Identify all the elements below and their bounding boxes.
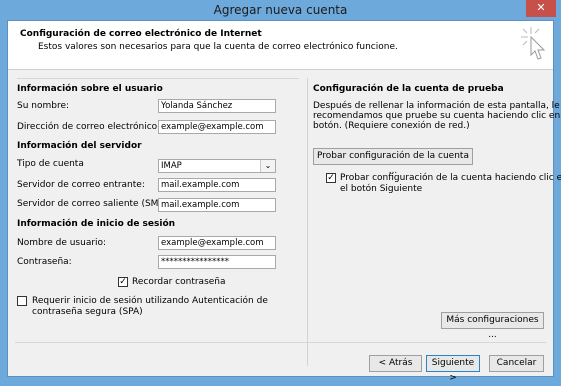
checkmark-icon: ✓: [327, 173, 335, 183]
logon-info-heading: Información de inicio de sesión: [17, 219, 176, 229]
test-desc-line1: Después de rellenar la información de es…: [313, 101, 560, 111]
pointer-sparkle-icon: [521, 27, 546, 60]
more-settings-button[interactable]: Más configuraciones ...: [441, 312, 544, 340]
remember-password-checkbox[interactable]: ✓: [118, 277, 128, 287]
name-label: Su nombre:: [17, 101, 70, 111]
server-info-heading: Información del servidor: [17, 141, 142, 151]
account-type-select[interactable]: IMAP ⌄: [158, 159, 276, 173]
user-info-heading: Información sobre el usuario: [17, 84, 163, 94]
close-icon: ✕: [536, 1, 546, 14]
outgoing-server-field[interactable]: mail.example.com: [158, 198, 276, 212]
header-subtitle: Estos valores son necesarios para que la…: [38, 42, 398, 52]
test-account-button[interactable]: Probar configuración de la cuenta ...: [313, 148, 473, 176]
incoming-server-field[interactable]: mail.example.com: [158, 178, 276, 192]
username-field[interactable]: example@example.com: [158, 236, 276, 250]
back-button[interactable]: < Atrás: [369, 355, 422, 372]
username-label: Nombre de usuario:: [17, 238, 107, 248]
auto-test-label-line2[interactable]: el botón Siguiente: [340, 184, 422, 194]
header-title: Configuración de correo electrónico de I…: [20, 29, 262, 39]
email-field[interactable]: example@example.com: [158, 120, 276, 134]
remember-password-label[interactable]: Recordar contraseña: [132, 277, 226, 287]
window-title: Agregar nueva cuenta: [213, 3, 348, 17]
incoming-server-label: Servidor de correo entrante:: [17, 180, 145, 190]
password-field[interactable]: ****************: [158, 255, 276, 269]
spa-label-line2[interactable]: contraseña segura (SPA): [32, 307, 143, 317]
email-label: Dirección de correo electrónico:: [17, 122, 161, 132]
spa-checkbox[interactable]: [17, 296, 27, 306]
cancel-button[interactable]: Cancelar: [489, 355, 544, 372]
dialog-window: Agregar nueva cuenta ✕ Configuración de …: [0, 0, 561, 384]
test-heading: Configuración de la cuenta de prueba: [313, 84, 504, 94]
column-divider: [307, 78, 308, 366]
next-button[interactable]: Siguiente >: [426, 355, 480, 383]
title-bar[interactable]: Agregar nueva cuenta ✕: [0, 0, 561, 20]
test-desc-line2: recomendamos que pruebe su cuenta hacien…: [313, 111, 561, 121]
wizard-header: Configuración de correo electrónico de I…: [8, 21, 553, 70]
close-button[interactable]: ✕: [526, 0, 556, 17]
test-desc-line3: botón. (Requiere conexión de red.): [313, 121, 470, 131]
dialog-body: Configuración de correo electrónico de I…: [7, 20, 561, 383]
footer-separator: [15, 342, 546, 343]
account-type-label: Tipo de cuenta: [17, 159, 84, 169]
checkmark-icon: ✓: [119, 277, 127, 287]
auto-test-checkbox[interactable]: ✓: [326, 173, 336, 183]
password-label: Contraseña:: [17, 257, 72, 267]
auto-test-label-line1[interactable]: Probar configuración de la cuenta hacien…: [340, 173, 561, 183]
outgoing-server-label: Servidor de correo saliente (SMTP):: [17, 199, 176, 209]
account-type-value: IMAP: [161, 161, 182, 171]
name-field[interactable]: Yolanda Sánchez: [158, 99, 276, 113]
chevron-down-icon[interactable]: ⌄: [260, 160, 275, 172]
separator: [17, 78, 299, 79]
spa-label-line1[interactable]: Requerir inicio de sesión utilizando Aut…: [32, 296, 268, 306]
